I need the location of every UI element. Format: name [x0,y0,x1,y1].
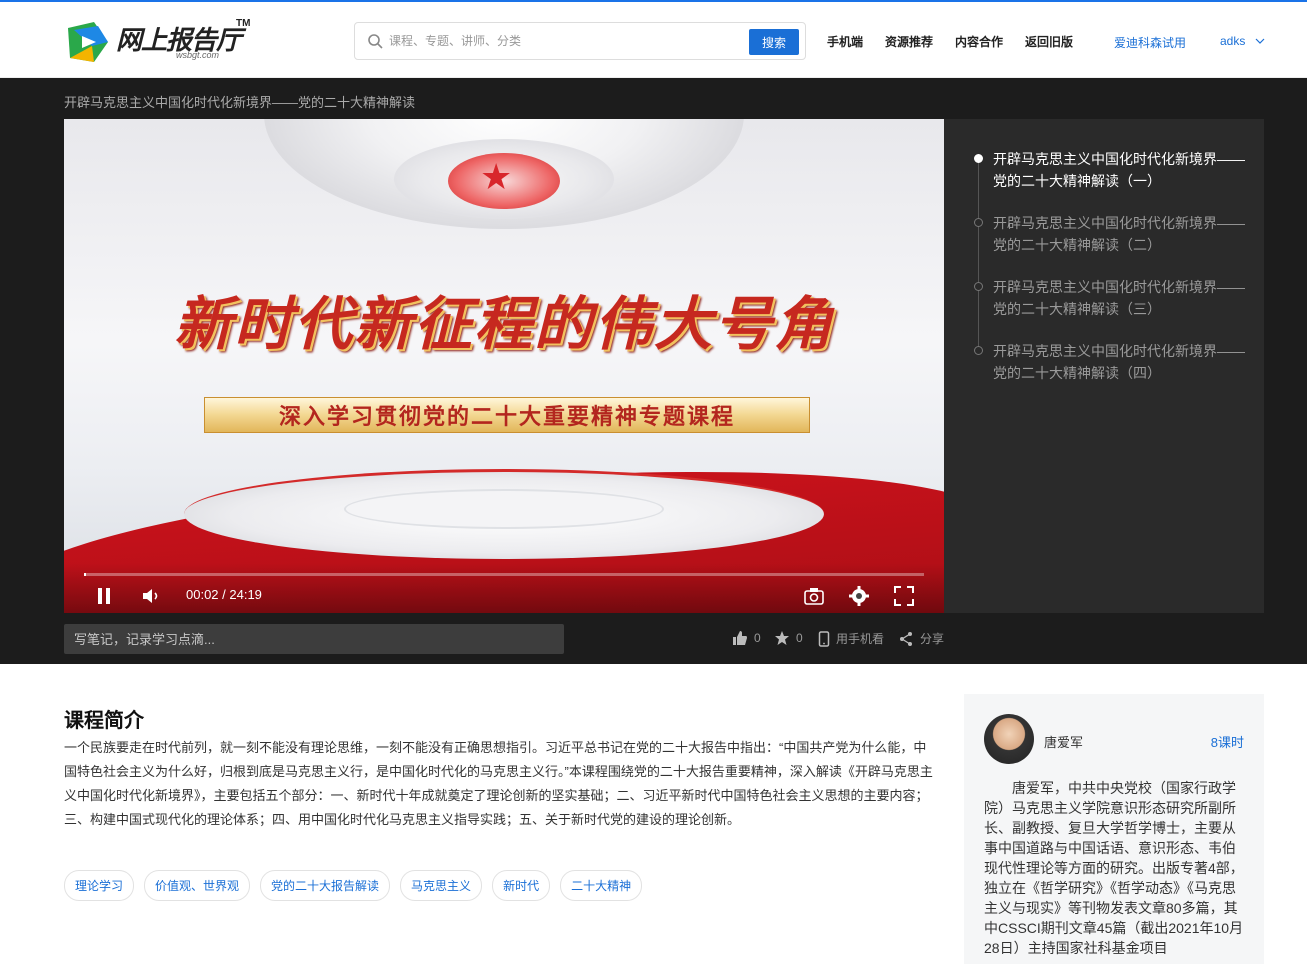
search-button[interactable]: 搜索 [749,29,799,55]
star-icon [775,631,789,645]
teacher-bio: 唐爱军，中共中央党校（国家行政学院）马克思主义学院意识形态研究所副所长、副教授、… [984,780,1244,956]
video-slogan-sub: 深入学习贯彻党的二十大重要精神专题课程 [278,404,735,430]
logo-domain: wsbgt.com [176,50,220,60]
video-player[interactable]: ★ 新时代新征程的伟大号角 深入学习贯彻党的二十大重要精神专题课程 00:02 … [64,119,944,613]
intro-title: 课程简介 [64,710,144,732]
nav-old-version[interactable]: 返回旧版 [1025,33,1073,50]
phone-icon [818,630,830,647]
chevron-down-icon [1255,38,1265,44]
tag-item[interactable]: 新时代 [492,870,551,901]
playlist-item-4[interactable]: 开辟马克思主义中国化时代化新境界——党的二十大精神解读（四） [993,340,1253,384]
nav-mobile[interactable]: 手机端 [827,33,863,50]
favorite-count: 0 [796,631,803,645]
share-button[interactable]: 分享 [898,630,944,647]
video-time: 00:02 / 24:19 [186,587,262,602]
like-button[interactable]: 0 [732,630,761,646]
user-menu[interactable]: adks [1220,34,1265,48]
like-count: 0 [754,631,761,645]
share-icon [900,631,912,646]
logo-trademark: TM [236,18,251,29]
pause-icon[interactable] [96,585,112,607]
tag-item[interactable]: 党的二十大报告解读 [260,870,391,901]
thumbs-up-icon [733,631,747,645]
nav-cooperation[interactable]: 内容合作 [955,33,1003,50]
favorite-button[interactable]: 0 [774,630,803,646]
playlist-item-3[interactable]: 开辟马克思主义中国化时代化新境界——党的二十大精神解读（三） [993,276,1253,320]
teacher-card: 唐爱军 8课时 唐爱军，中共中央党校（国家行政学院）马克思主义学院意识形态研究所… [964,694,1264,964]
username: adks [1220,34,1246,48]
video-frame: ★ 新时代新征程的伟大号角 深入学习贯彻党的二十大重要精神专题课程 [64,119,944,613]
playlist-item-2[interactable]: 开辟马克思主义中国化时代化新境界——党的二十大精神解读（二） [993,212,1253,256]
tag-list: 理论学习 价值观、世界观 党的二十大报告解读 马克思主义 新时代 二十大精神 [64,870,643,901]
playlist-item-1[interactable]: 开辟马克思主义中国化时代化新境界——党的二十大精神解读（一） [993,148,1253,192]
site-logo[interactable]: 网上报告厅 TM wsbgt.com [64,16,254,66]
tag-item[interactable]: 马克思主义 [400,870,483,901]
lesson-playlist: 开辟马克思主义中国化时代化新境界——党的二十大精神解读（一） 开辟马克思主义中国… [944,119,1264,613]
playlist-dot-active [974,154,983,163]
screenshot-icon[interactable] [803,585,825,607]
teacher-hours-link[interactable]: 8课时 [1211,732,1244,751]
player-section: 开辟马克思主义中国化时代化新境界——党的二十大精神解读 ★ 新时代新征程的伟大号… [0,78,1307,664]
progress-bar[interactable] [84,573,924,576]
nav-resources[interactable]: 资源推荐 [885,33,933,50]
share-label: 分享 [920,632,945,646]
note-input[interactable] [64,624,564,654]
mobile-view-label: 用手机看 [836,632,885,646]
search-icon [368,34,383,49]
settings-gear-icon[interactable] [848,585,870,607]
tag-item[interactable]: 价值观、世界观 [144,870,251,901]
tag-item[interactable]: 二十大精神 [560,870,643,901]
site-header: 网上报告厅 TM wsbgt.com 搜索 手机端 资源推荐 内容合作 返回旧版… [0,2,1307,78]
video-slogan-main: 新时代新征程的伟大号角 [173,290,834,358]
search-box: 搜索 [354,22,806,60]
volume-icon[interactable] [140,585,162,607]
mobile-view-button[interactable]: 用手机看 [818,630,884,647]
playlist-dot [974,346,983,355]
playlist-timeline [978,159,979,351]
search-input[interactable] [389,29,739,53]
tag-item[interactable]: 理论学习 [64,870,135,901]
stage-platform-inner [344,489,664,529]
course-breadcrumb: 开辟马克思主义中国化时代化新境界——党的二十大精神解读 [64,95,416,110]
teacher-name[interactable]: 唐爱军 [1044,732,1083,751]
red-star-icon: ★ [480,156,513,197]
trial-link[interactable]: 爱迪科森试用 [1114,34,1186,51]
playlist-dot [974,282,983,291]
playlist-dot [974,218,983,227]
intro-text: 一个民族要走在时代前列，就一刻不能没有理论思维，一刻不能没有正确思想指引。习近平… [64,740,933,827]
progress-fill [84,573,86,576]
logo-mark-icon [68,22,108,62]
fullscreen-icon[interactable] [893,585,915,607]
teacher-avatar[interactable] [984,714,1034,764]
